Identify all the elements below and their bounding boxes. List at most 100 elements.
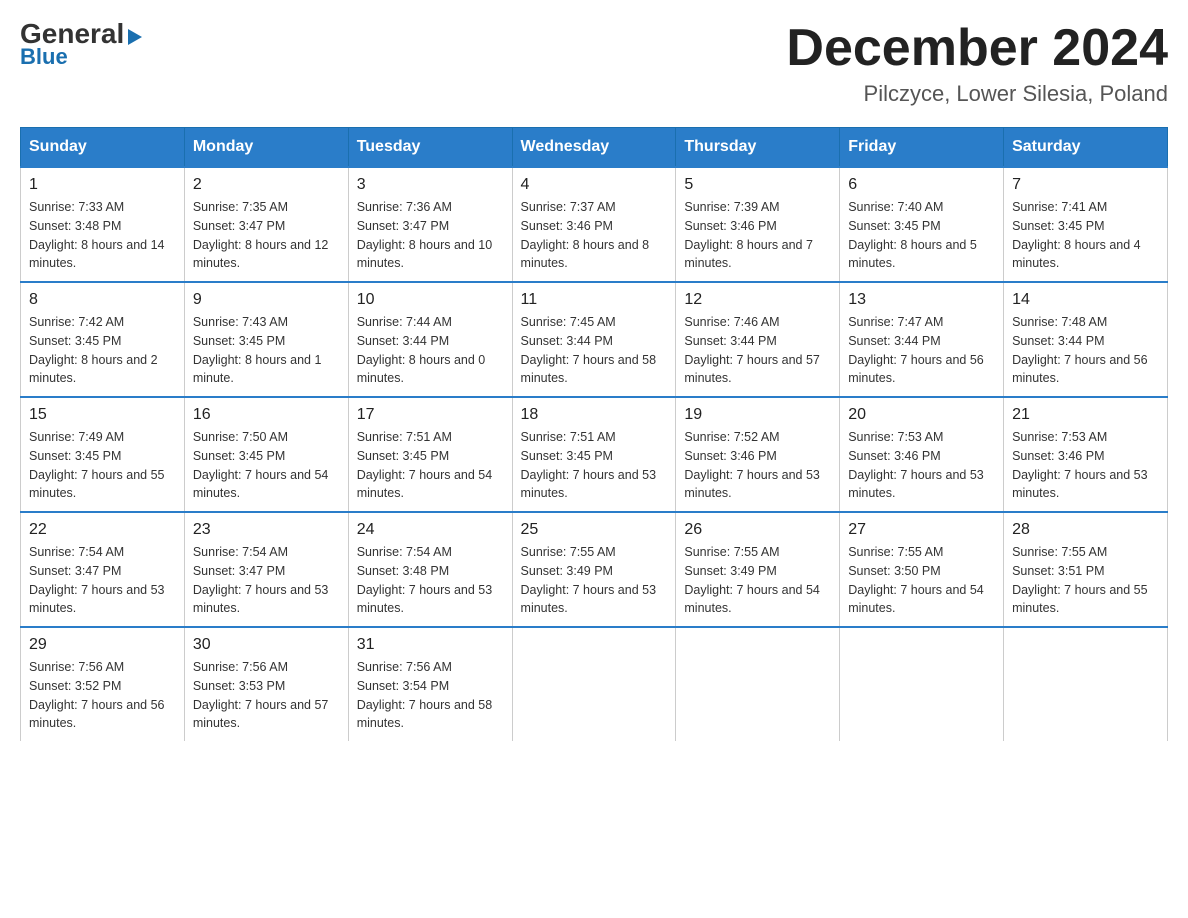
- day-number: 31: [357, 636, 504, 654]
- day-number: 27: [848, 521, 995, 539]
- table-row: 14 Sunrise: 7:48 AMSunset: 3:44 PMDaylig…: [1004, 282, 1168, 397]
- day-number: 3: [357, 176, 504, 194]
- day-info: Sunrise: 7:54 AMSunset: 3:48 PMDaylight:…: [357, 543, 504, 618]
- table-row: 25 Sunrise: 7:55 AMSunset: 3:49 PMDaylig…: [512, 512, 676, 627]
- day-number: 20: [848, 406, 995, 424]
- table-row: 15 Sunrise: 7:49 AMSunset: 3:45 PMDaylig…: [21, 397, 185, 512]
- day-number: 8: [29, 291, 176, 309]
- location: Pilczyce, Lower Silesia, Poland: [786, 81, 1168, 107]
- day-number: 14: [1012, 291, 1159, 309]
- day-info: Sunrise: 7:55 AMSunset: 3:49 PMDaylight:…: [521, 543, 668, 618]
- day-info: Sunrise: 7:55 AMSunset: 3:51 PMDaylight:…: [1012, 543, 1159, 618]
- header-saturday: Saturday: [1004, 128, 1168, 168]
- table-row: 16 Sunrise: 7:50 AMSunset: 3:45 PMDaylig…: [184, 397, 348, 512]
- day-info: Sunrise: 7:53 AMSunset: 3:46 PMDaylight:…: [848, 428, 995, 503]
- day-number: 18: [521, 406, 668, 424]
- calendar-week-row: 29 Sunrise: 7:56 AMSunset: 3:52 PMDaylig…: [21, 627, 1168, 741]
- calendar-week-row: 22 Sunrise: 7:54 AMSunset: 3:47 PMDaylig…: [21, 512, 1168, 627]
- table-row: 4 Sunrise: 7:37 AMSunset: 3:46 PMDayligh…: [512, 167, 676, 282]
- day-info: Sunrise: 7:52 AMSunset: 3:46 PMDaylight:…: [684, 428, 831, 503]
- day-number: 21: [1012, 406, 1159, 424]
- day-number: 1: [29, 176, 176, 194]
- day-info: Sunrise: 7:49 AMSunset: 3:45 PMDaylight:…: [29, 428, 176, 503]
- header-tuesday: Tuesday: [348, 128, 512, 168]
- table-row: 28 Sunrise: 7:55 AMSunset: 3:51 PMDaylig…: [1004, 512, 1168, 627]
- day-info: Sunrise: 7:36 AMSunset: 3:47 PMDaylight:…: [357, 198, 504, 273]
- header-sunday: Sunday: [21, 128, 185, 168]
- table-row: 26 Sunrise: 7:55 AMSunset: 3:49 PMDaylig…: [676, 512, 840, 627]
- table-row: 20 Sunrise: 7:53 AMSunset: 3:46 PMDaylig…: [840, 397, 1004, 512]
- day-info: Sunrise: 7:53 AMSunset: 3:46 PMDaylight:…: [1012, 428, 1159, 503]
- table-row: 30 Sunrise: 7:56 AMSunset: 3:53 PMDaylig…: [184, 627, 348, 741]
- day-number: 23: [193, 521, 340, 539]
- table-row: 13 Sunrise: 7:47 AMSunset: 3:44 PMDaylig…: [840, 282, 1004, 397]
- day-info: Sunrise: 7:37 AMSunset: 3:46 PMDaylight:…: [521, 198, 668, 273]
- day-info: Sunrise: 7:54 AMSunset: 3:47 PMDaylight:…: [29, 543, 176, 618]
- table-row: 7 Sunrise: 7:41 AMSunset: 3:45 PMDayligh…: [1004, 167, 1168, 282]
- day-info: Sunrise: 7:56 AMSunset: 3:53 PMDaylight:…: [193, 658, 340, 733]
- table-row: 10 Sunrise: 7:44 AMSunset: 3:44 PMDaylig…: [348, 282, 512, 397]
- day-number: 25: [521, 521, 668, 539]
- day-info: Sunrise: 7:33 AMSunset: 3:48 PMDaylight:…: [29, 198, 176, 273]
- day-number: 6: [848, 176, 995, 194]
- table-row: 5 Sunrise: 7:39 AMSunset: 3:46 PMDayligh…: [676, 167, 840, 282]
- calendar-table: Sunday Monday Tuesday Wednesday Thursday…: [20, 127, 1168, 741]
- table-row: 8 Sunrise: 7:42 AMSunset: 3:45 PMDayligh…: [21, 282, 185, 397]
- title-section: December 2024 Pilczyce, Lower Silesia, P…: [786, 20, 1168, 107]
- day-number: 9: [193, 291, 340, 309]
- header-monday: Monday: [184, 128, 348, 168]
- day-info: Sunrise: 7:41 AMSunset: 3:45 PMDaylight:…: [1012, 198, 1159, 273]
- table-row: 3 Sunrise: 7:36 AMSunset: 3:47 PMDayligh…: [348, 167, 512, 282]
- day-number: 22: [29, 521, 176, 539]
- day-number: 13: [848, 291, 995, 309]
- day-info: Sunrise: 7:40 AMSunset: 3:45 PMDaylight:…: [848, 198, 995, 273]
- logo: General Blue: [20, 20, 142, 70]
- table-row: [1004, 627, 1168, 741]
- calendar-week-row: 1 Sunrise: 7:33 AMSunset: 3:48 PMDayligh…: [21, 167, 1168, 282]
- day-info: Sunrise: 7:47 AMSunset: 3:44 PMDaylight:…: [848, 313, 995, 388]
- header-thursday: Thursday: [676, 128, 840, 168]
- day-info: Sunrise: 7:55 AMSunset: 3:49 PMDaylight:…: [684, 543, 831, 618]
- day-number: 15: [29, 406, 176, 424]
- logo-blue: Blue: [20, 44, 68, 70]
- header-friday: Friday: [840, 128, 1004, 168]
- calendar-week-row: 8 Sunrise: 7:42 AMSunset: 3:45 PMDayligh…: [21, 282, 1168, 397]
- table-row: 27 Sunrise: 7:55 AMSunset: 3:50 PMDaylig…: [840, 512, 1004, 627]
- table-row: 19 Sunrise: 7:52 AMSunset: 3:46 PMDaylig…: [676, 397, 840, 512]
- day-info: Sunrise: 7:55 AMSunset: 3:50 PMDaylight:…: [848, 543, 995, 618]
- day-number: 17: [357, 406, 504, 424]
- table-row: [676, 627, 840, 741]
- table-row: 2 Sunrise: 7:35 AMSunset: 3:47 PMDayligh…: [184, 167, 348, 282]
- day-number: 30: [193, 636, 340, 654]
- day-info: Sunrise: 7:43 AMSunset: 3:45 PMDaylight:…: [193, 313, 340, 388]
- table-row: 21 Sunrise: 7:53 AMSunset: 3:46 PMDaylig…: [1004, 397, 1168, 512]
- day-number: 28: [1012, 521, 1159, 539]
- day-info: Sunrise: 7:56 AMSunset: 3:52 PMDaylight:…: [29, 658, 176, 733]
- day-info: Sunrise: 7:50 AMSunset: 3:45 PMDaylight:…: [193, 428, 340, 503]
- calendar-week-row: 15 Sunrise: 7:49 AMSunset: 3:45 PMDaylig…: [21, 397, 1168, 512]
- table-row: 12 Sunrise: 7:46 AMSunset: 3:44 PMDaylig…: [676, 282, 840, 397]
- day-info: Sunrise: 7:51 AMSunset: 3:45 PMDaylight:…: [521, 428, 668, 503]
- month-title: December 2024: [786, 20, 1168, 77]
- table-row: 22 Sunrise: 7:54 AMSunset: 3:47 PMDaylig…: [21, 512, 185, 627]
- day-info: Sunrise: 7:48 AMSunset: 3:44 PMDaylight:…: [1012, 313, 1159, 388]
- calendar-header-row: Sunday Monday Tuesday Wednesday Thursday…: [21, 128, 1168, 168]
- day-info: Sunrise: 7:51 AMSunset: 3:45 PMDaylight:…: [357, 428, 504, 503]
- day-number: 5: [684, 176, 831, 194]
- day-number: 7: [1012, 176, 1159, 194]
- day-number: 12: [684, 291, 831, 309]
- day-number: 11: [521, 291, 668, 309]
- day-info: Sunrise: 7:45 AMSunset: 3:44 PMDaylight:…: [521, 313, 668, 388]
- table-row: 17 Sunrise: 7:51 AMSunset: 3:45 PMDaylig…: [348, 397, 512, 512]
- day-info: Sunrise: 7:54 AMSunset: 3:47 PMDaylight:…: [193, 543, 340, 618]
- header-wednesday: Wednesday: [512, 128, 676, 168]
- day-info: Sunrise: 7:56 AMSunset: 3:54 PMDaylight:…: [357, 658, 504, 733]
- table-row: [840, 627, 1004, 741]
- table-row: 11 Sunrise: 7:45 AMSunset: 3:44 PMDaylig…: [512, 282, 676, 397]
- table-row: 24 Sunrise: 7:54 AMSunset: 3:48 PMDaylig…: [348, 512, 512, 627]
- day-number: 2: [193, 176, 340, 194]
- day-number: 24: [357, 521, 504, 539]
- day-info: Sunrise: 7:35 AMSunset: 3:47 PMDaylight:…: [193, 198, 340, 273]
- day-number: 26: [684, 521, 831, 539]
- day-info: Sunrise: 7:46 AMSunset: 3:44 PMDaylight:…: [684, 313, 831, 388]
